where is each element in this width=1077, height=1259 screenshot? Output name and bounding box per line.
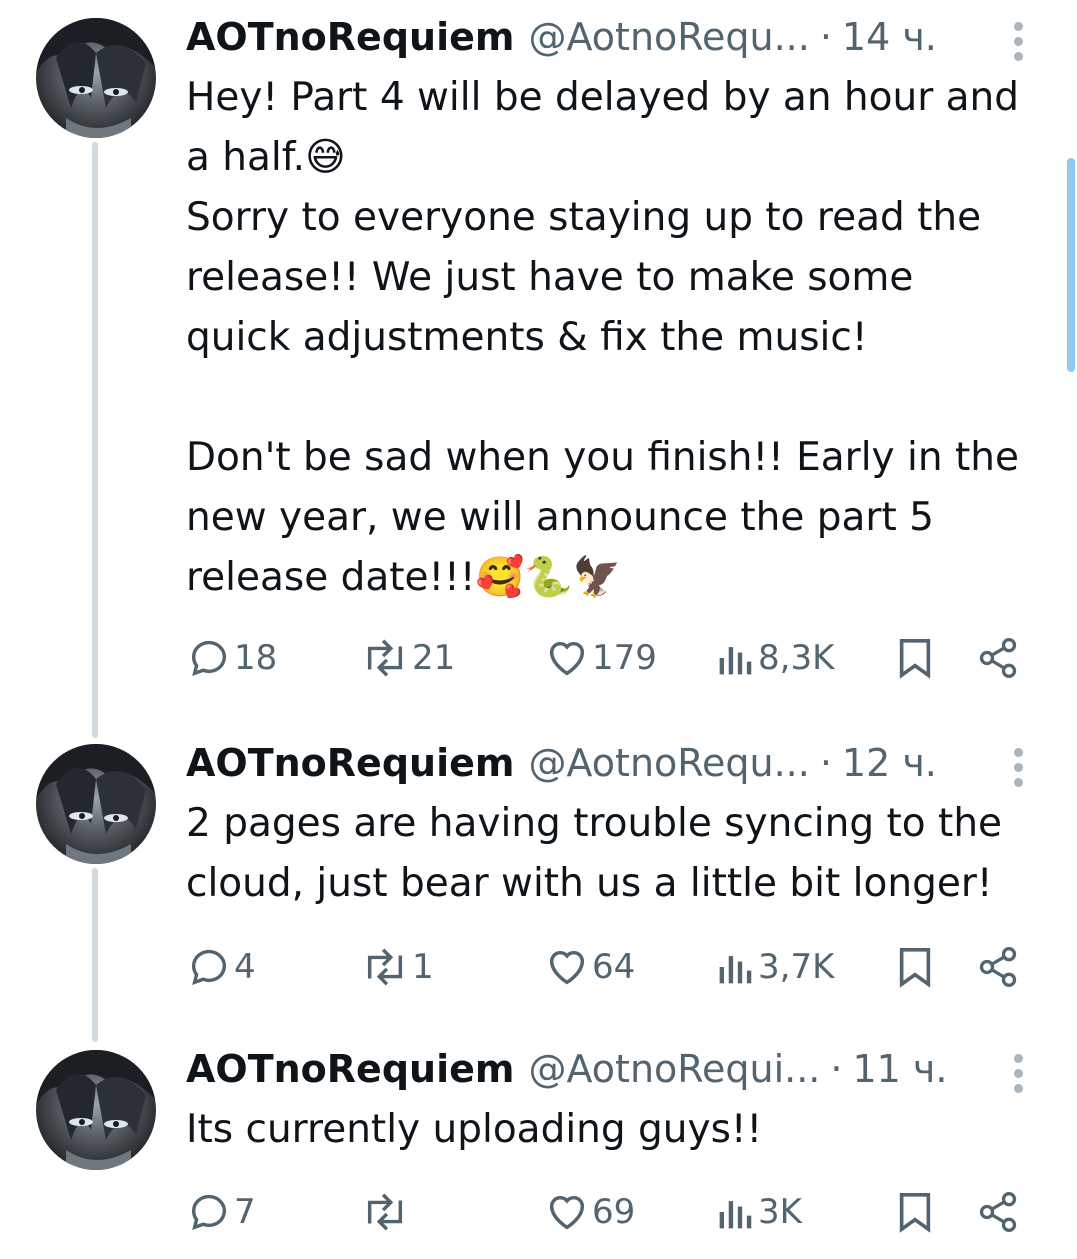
share-icon xyxy=(979,1192,1017,1232)
share-button[interactable] xyxy=(976,1187,1020,1237)
more-options-icon[interactable] xyxy=(1008,746,1030,790)
tweet-header: AOTnoRequiem @AotnoRequ... · 12 ч. xyxy=(186,738,937,788)
views-count: 3K xyxy=(758,1192,802,1232)
heart-icon xyxy=(549,641,585,676)
bookmark-button[interactable] xyxy=(894,1187,936,1237)
timestamp[interactable]: 12 ч. xyxy=(842,738,937,788)
reply-count: 4 xyxy=(234,947,256,987)
action-bar: 18 21 179 8,3K xyxy=(186,633,1036,683)
views-button[interactable]: 3,7K xyxy=(716,942,834,992)
bookmark-icon xyxy=(899,1193,931,1233)
views-button[interactable]: 8,3K xyxy=(716,633,834,683)
share-icon xyxy=(979,947,1017,987)
separator-dot: · xyxy=(830,1047,843,1091)
heart-icon xyxy=(549,950,585,985)
like-button[interactable]: 64 xyxy=(544,942,635,992)
repost-button[interactable]: 21 xyxy=(360,633,455,683)
avatar-image xyxy=(36,18,156,138)
author-handle[interactable]: @AotnoRequi... xyxy=(528,1044,820,1094)
tweet-text: 2 pages are having trouble syncing to th… xyxy=(186,801,1003,906)
tweet-header: AOTnoRequiem @AotnoRequi... · 11 ч. xyxy=(186,1044,947,1094)
bookmark-button[interactable] xyxy=(894,942,936,992)
bookmark-icon xyxy=(899,948,931,988)
avatar[interactable] xyxy=(36,18,156,138)
author-handle[interactable]: @AotnoRequ... xyxy=(528,738,809,788)
author-handle[interactable]: @AotnoRequ... xyxy=(528,12,809,62)
tweet[interactable]: AOTnoRequiem @AotnoRequ... · 12 ч. 2 pag… xyxy=(0,726,1077,1026)
avatar-image xyxy=(36,744,156,864)
views-count: 3,7K xyxy=(758,947,835,987)
avatar[interactable] xyxy=(36,744,156,864)
repost-button[interactable]: 1 xyxy=(360,942,434,992)
repost-count: 21 xyxy=(412,638,456,678)
heart-icon xyxy=(549,1195,585,1230)
reply-count: 18 xyxy=(234,638,278,678)
like-button[interactable]: 179 xyxy=(544,633,657,683)
reply-count: 7 xyxy=(234,1192,256,1232)
bar-chart-icon xyxy=(719,1201,752,1229)
tweet[interactable]: AOTnoRequiem @AotnoRequ... · 14 ч. Hey! … xyxy=(0,0,1077,720)
tweet[interactable]: AOTnoRequiem @AotnoRequi... · 11 ч. Its … xyxy=(0,1032,1077,1259)
repost-arrows-icon xyxy=(367,639,403,677)
tweet-text: Its currently uploading guys!! xyxy=(186,1107,763,1152)
speech-bubble-icon xyxy=(191,1194,227,1231)
reply-button[interactable]: 18 xyxy=(186,633,277,683)
like-count: 64 xyxy=(592,947,636,987)
repost-button[interactable] xyxy=(360,1187,412,1237)
repost-arrows-icon xyxy=(367,1193,403,1231)
author-name[interactable]: AOTnoRequiem xyxy=(186,1044,514,1094)
timestamp[interactable]: 11 ч. xyxy=(852,1044,947,1094)
views-count: 8,3K xyxy=(758,638,835,678)
like-count: 179 xyxy=(592,638,657,678)
author-name[interactable]: AOTnoRequiem xyxy=(186,738,514,788)
speech-bubble-icon xyxy=(191,640,227,677)
more-options-icon[interactable] xyxy=(1008,1052,1030,1096)
repost-count: 1 xyxy=(412,947,434,987)
repost-arrows-icon xyxy=(367,948,403,986)
reply-button[interactable]: 4 xyxy=(186,942,256,992)
reply-button[interactable]: 7 xyxy=(186,1187,256,1237)
avatar-image xyxy=(36,1050,156,1170)
more-options-icon[interactable] xyxy=(1008,20,1030,64)
separator-dot: · xyxy=(819,741,832,785)
bar-chart-icon xyxy=(719,956,752,984)
tweet-text: Hey! Part 4 will be delayed by an hour a… xyxy=(186,75,1020,600)
like-count: 69 xyxy=(592,1192,636,1232)
action-bar: 7 69 3K xyxy=(186,1187,1036,1237)
timestamp[interactable]: 14 ч. xyxy=(842,12,937,62)
bookmark-icon xyxy=(899,639,931,679)
separator-dot: · xyxy=(819,15,832,59)
share-button[interactable] xyxy=(976,633,1020,683)
views-button[interactable]: 3K xyxy=(716,1187,802,1237)
speech-bubble-icon xyxy=(191,949,227,986)
bookmark-button[interactable] xyxy=(894,633,936,683)
avatar[interactable] xyxy=(36,1050,156,1170)
action-bar: 4 1 64 3,7K xyxy=(186,942,1036,992)
bar-chart-icon xyxy=(719,647,752,675)
share-button[interactable] xyxy=(976,942,1020,992)
share-icon xyxy=(979,638,1017,678)
like-button[interactable]: 69 xyxy=(544,1187,635,1237)
author-name[interactable]: AOTnoRequiem xyxy=(186,12,514,62)
tweet-header: AOTnoRequiem @AotnoRequ... · 14 ч. xyxy=(186,12,937,62)
